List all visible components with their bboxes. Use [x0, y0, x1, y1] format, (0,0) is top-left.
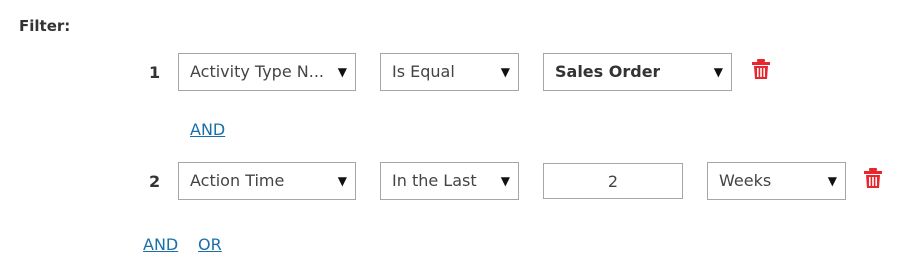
row-number-1: 1	[149, 63, 161, 82]
operator-select-2[interactable]: In the Last ▼	[380, 162, 519, 200]
delete-row-2-button[interactable]	[863, 167, 883, 193]
add-and-condition-link[interactable]: AND	[143, 235, 178, 254]
field-select-2[interactable]: Action Time ▼	[178, 162, 356, 200]
field-select-1[interactable]: Activity Type N... ▼	[178, 53, 356, 91]
value-select-1[interactable]: Sales Order ▼	[543, 53, 732, 91]
chevron-down-icon: ▼	[337, 174, 347, 188]
value-select-1-value: Sales Order	[555, 62, 661, 81]
row-number-2: 2	[149, 172, 161, 191]
operator-select-1[interactable]: Is Equal ▼	[380, 53, 519, 91]
amount-input-2[interactable]	[543, 163, 683, 199]
trash-icon	[864, 168, 882, 188]
chevron-down-icon: ▼	[713, 65, 723, 79]
operator-select-1-value: Is Equal	[392, 62, 455, 81]
filter-panel: Filter: 1 Activity Type N... ▼ Is Equal …	[0, 0, 903, 267]
chevron-down-icon: ▼	[500, 65, 510, 79]
chevron-down-icon: ▼	[337, 65, 347, 79]
unit-select-2[interactable]: Weeks ▼	[707, 162, 846, 200]
chevron-down-icon: ▼	[827, 174, 837, 188]
trash-icon	[752, 59, 770, 79]
filter-title: Filter:	[19, 17, 71, 35]
and-link-between[interactable]: AND	[190, 120, 225, 139]
chevron-down-icon: ▼	[500, 174, 510, 188]
delete-row-1-button[interactable]	[751, 58, 771, 84]
field-select-2-value: Action Time	[190, 171, 285, 190]
operator-select-2-value: In the Last	[392, 171, 477, 190]
add-or-condition-link[interactable]: OR	[198, 235, 222, 254]
field-select-1-value: Activity Type N...	[190, 62, 324, 81]
unit-select-2-value: Weeks	[719, 171, 772, 190]
